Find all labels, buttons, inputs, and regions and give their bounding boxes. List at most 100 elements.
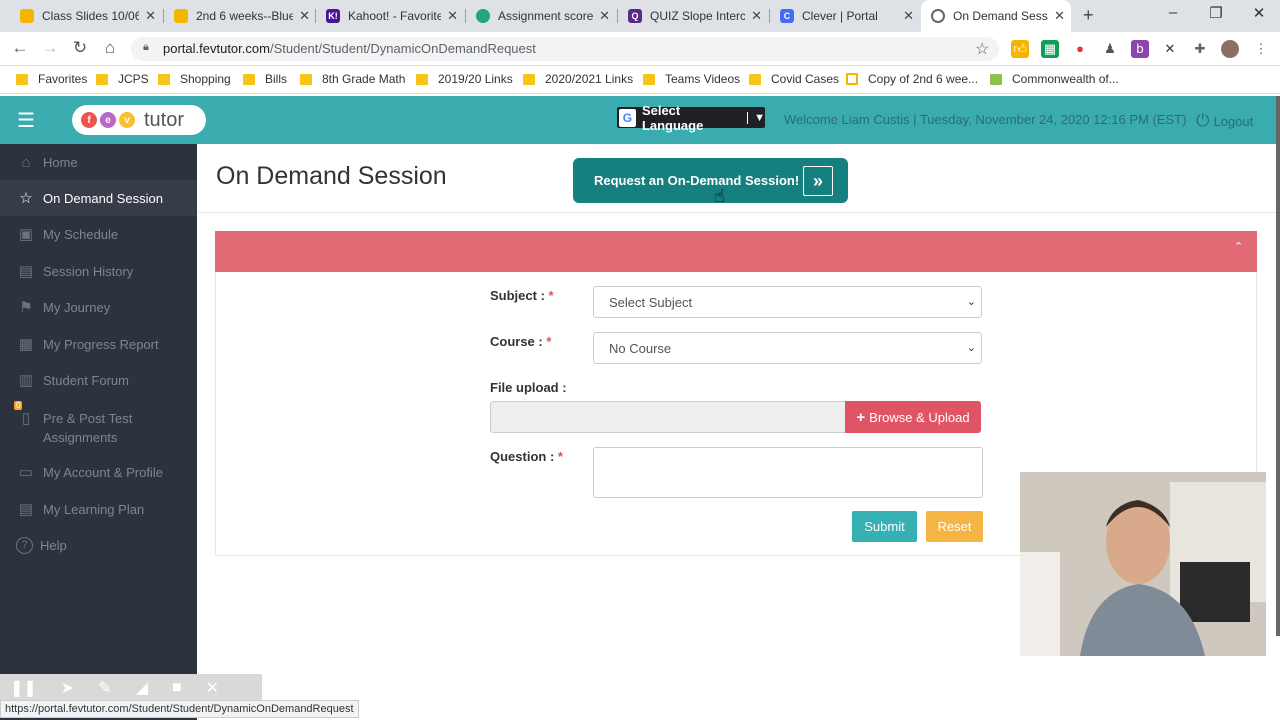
browser-tab[interactable]: Q QUIZ Slope Interc ✕ (618, 2, 768, 30)
plan-icon: ▤ (18, 501, 34, 518)
bookmark-star-icon[interactable]: ☆ (975, 39, 989, 59)
file-upload-field[interactable] (490, 401, 846, 433)
bookmarks-bar: Favorites JCPS Shopping Bills 8th Grade … (0, 66, 1280, 94)
close-icon[interactable]: ✕ (1054, 8, 1065, 24)
chevron-down-icon: ⌄ (966, 296, 976, 308)
logout-button[interactable]: ⏻ Logout (1196, 111, 1253, 131)
b-extension-icon[interactable]: b (1131, 40, 1149, 58)
restore-icon[interactable]: ❐ (1201, 4, 1231, 22)
bookmark-bills[interactable]: Bills (243, 72, 287, 86)
page-title: On Demand Session (216, 162, 447, 190)
close-icon[interactable]: ✕ (599, 8, 610, 24)
url-text[interactable]: portal.fevtutor.com/Student/Student/Dyna… (163, 41, 536, 56)
sidebar-item-my-learning-plan[interactable]: ▤ My Learning Plan (0, 491, 197, 527)
sidebar-item-home[interactable]: ⌂ Home (0, 144, 197, 180)
mute-extension-icon[interactable]: ✕ (1161, 40, 1179, 58)
sidebar-item-on-demand-session[interactable]: ☆ On Demand Session (0, 180, 197, 216)
sidebar-item-my-schedule[interactable]: ▣ My Schedule (0, 216, 197, 252)
submit-button[interactable]: Submit (852, 511, 917, 542)
slides-icon (20, 9, 34, 23)
pointer-icon[interactable]: ➤ (61, 678, 74, 698)
bookmark-jcps[interactable]: JCPS (96, 72, 149, 86)
bookmark-copy-2nd-6-weeks[interactable]: Copy of 2nd 6 wee... (846, 72, 978, 86)
bookmark-8th-grade-math[interactable]: 8th Grade Math (300, 72, 405, 86)
home-icon: ⌂ (21, 153, 31, 171)
hamburger-menu-icon[interactable]: ☰ (17, 108, 35, 133)
bookmark-covid-cases[interactable]: Covid Cases (749, 72, 839, 86)
browser-tab[interactable]: Assignment score ✕ (466, 2, 616, 30)
hand-cursor-icon: ☝︎ (714, 186, 725, 206)
close-window-icon[interactable]: ✕ (1244, 4, 1274, 22)
browser-tab-active[interactable]: On Demand Sessio ✕ (921, 0, 1071, 32)
bookmark-2020-2021-links[interactable]: 2020/2021 Links (523, 72, 633, 86)
folder-icon (243, 73, 255, 85)
folder-icon (643, 73, 655, 85)
plus-icon: + (856, 408, 866, 426)
bookmark-shopping[interactable]: Shopping (158, 72, 231, 86)
home-icon[interactable]: ⌂ (98, 38, 122, 58)
camera-icon[interactable]: ■ (172, 679, 182, 697)
power-icon: ⏻ (1196, 111, 1210, 130)
sidebar-item-my-journey[interactable]: ⚑ My Journey (0, 289, 197, 325)
close-icon[interactable]: ✕ (145, 8, 156, 24)
browser-tab[interactable]: 2nd 6 weeks--Blue ✕ (164, 2, 316, 30)
pause-icon[interactable]: ❚❚ (10, 678, 37, 698)
close-icon[interactable]: ✕ (299, 8, 310, 24)
browser-tab[interactable]: K! Kahoot! - Favorites ✕ (316, 2, 464, 30)
page-scrollbar[interactable] (1276, 96, 1280, 636)
dropdown-arrow-icon: ▼ (747, 111, 765, 124)
subject-select[interactable]: Select Subject ⌄ (593, 286, 982, 318)
pen-icon[interactable]: ✎ (98, 678, 111, 698)
sidebar-item-my-account-profile[interactable]: ▭ My Account & Profile (0, 454, 197, 490)
file-upload-label: File upload : (490, 380, 567, 395)
globe-icon (931, 9, 945, 23)
request-on-demand-session-button[interactable]: Request an On-Demand Session! » (573, 158, 848, 203)
close-icon[interactable]: ✕ (903, 8, 914, 24)
panel-header (215, 231, 1257, 272)
sidebar-item-pre-post-test[interactable]: ▯ 0 Pre & Post Test Assignments (0, 400, 197, 446)
folder-icon (523, 73, 535, 85)
record-extension-icon[interactable]: ● (1071, 40, 1089, 58)
bookmark-commonwealth[interactable]: Commonwealth of... (990, 72, 1119, 86)
bookmark-2019-20-links[interactable]: 2019/20 Links (416, 72, 513, 86)
sheets-extension-icon[interactable]: ▦ (1041, 40, 1059, 58)
browser-tab[interactable]: Class Slides 10/06 ✕ (10, 2, 162, 30)
new-tab-button[interactable]: + (1083, 5, 1094, 26)
profile-avatar[interactable] (1221, 40, 1239, 58)
thumb-extension-icon[interactable]: 👍︎ (1011, 40, 1029, 58)
close-icon[interactable]: ✕ (751, 8, 762, 24)
account-icon: ▭ (18, 464, 34, 481)
collapse-caret-icon[interactable]: ⌃ (1234, 240, 1243, 253)
browser-tab[interactable]: C Clever | Portal ✕ (770, 2, 920, 30)
folder-icon (749, 73, 761, 85)
welcome-text: Welcome Liam Custis | Tuesday, November … (784, 112, 1187, 127)
browse-upload-button[interactable]: + Browse & Upload (845, 401, 981, 433)
slides-icon (174, 9, 188, 23)
sidebar-item-session-history[interactable]: ▤ Session History (0, 253, 197, 289)
bookmark-teams-videos[interactable]: Teams Videos (643, 72, 740, 86)
person-extension-icon[interactable]: ♟ (1101, 40, 1119, 58)
bookmark-favorites[interactable]: Favorites (16, 72, 87, 86)
menu-dots-icon[interactable]: ⋮ (1252, 40, 1270, 58)
sidebar-item-student-forum[interactable]: ▥ Student Forum (0, 362, 197, 398)
webcam-overlay (1020, 472, 1266, 656)
sidebar-item-help[interactable]: ? Help (0, 527, 197, 563)
question-textarea[interactable] (593, 447, 983, 498)
fev-tutor-logo[interactable]: f e v tutor (72, 105, 206, 135)
sidebar-item-my-progress-report[interactable]: ▦ My Progress Report (0, 326, 197, 362)
back-icon[interactable]: ← (8, 38, 32, 58)
reload-icon[interactable]: ↻ (68, 38, 92, 58)
close-icon[interactable]: ✕ (206, 678, 219, 698)
lock-icon[interactable]: 🔒︎ (143, 41, 149, 54)
puzzle-extension-icon[interactable]: ✚ (1191, 40, 1209, 58)
forward-icon[interactable]: → (38, 38, 62, 58)
course-label: Course : * (490, 334, 552, 349)
folder-icon (16, 73, 28, 85)
course-select[interactable]: No Course ⌄ (593, 332, 982, 364)
select-language-dropdown[interactable]: G Select Language ▼ (617, 103, 765, 133)
reset-button[interactable]: Reset (926, 511, 983, 542)
assignment-icon (476, 9, 490, 23)
close-icon[interactable]: ✕ (447, 8, 458, 24)
eraser-icon[interactable]: ◢ (136, 678, 148, 698)
minimize-icon[interactable]: – (1158, 4, 1188, 21)
